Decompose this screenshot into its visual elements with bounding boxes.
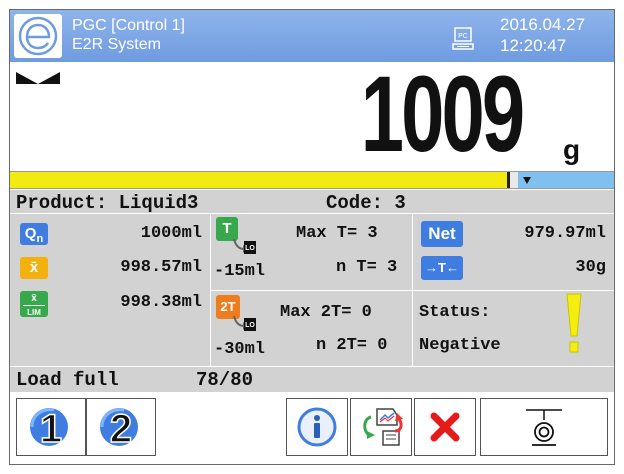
load-status-label: Load full <box>16 369 119 391</box>
target-arrow-icon <box>523 172 531 190</box>
n-t2-count: n 2T= 0 <box>316 336 388 355</box>
app-logo <box>14 14 62 58</box>
tolerance-low-t2-icon: LO <box>232 312 256 339</box>
info-button[interactable] <box>286 398 348 456</box>
mean-limit-icon: x̄ LIM <box>20 291 48 317</box>
transfer-icon <box>363 408 403 446</box>
n-t1-count: n T= 3 <box>336 258 398 277</box>
tare-value: 30g <box>575 258 606 277</box>
scale-1-button[interactable]: 1 <box>16 398 86 456</box>
tolerance-t2-offset: -30ml <box>214 340 266 359</box>
window-title: PGC [Control 1] <box>72 17 185 34</box>
max-t1-count: Max T= 3 <box>296 224 378 243</box>
load-count: 78/80 <box>196 369 254 391</box>
max-t2-count: Max 2T= 0 <box>280 303 372 322</box>
action-bar: 1 2 <box>10 392 614 464</box>
nominal-quantity-value: 1000ml <box>140 224 202 243</box>
tolerance-low-t1-icon: LO <box>232 235 256 262</box>
weight-display: 1009 g <box>10 58 614 171</box>
transfer-button[interactable] <box>350 398 412 456</box>
tare-icon: →T← <box>421 256 463 280</box>
digit-2-icon: 2 <box>100 406 138 450</box>
product-code: Code: 3 <box>326 192 406 214</box>
net-value: 979.97ml <box>524 224 606 243</box>
info-icon <box>297 407 337 447</box>
digit-1-icon: 1 <box>30 406 68 450</box>
product-name: Product: Liquid3 <box>16 192 199 214</box>
status-value: Negative <box>419 336 501 355</box>
load-status-row: Load full 78/80 <box>10 366 614 392</box>
svg-text:LO: LO <box>245 322 255 329</box>
nominal-quantity-icon: Qn <box>20 223 48 245</box>
svg-text:2: 2 <box>110 407 132 450</box>
warning-icon <box>566 292 582 354</box>
scale-2-button[interactable]: 2 <box>86 398 156 456</box>
fill-target-zone <box>518 172 614 188</box>
net-icon: Net <box>421 221 463 247</box>
status-label: Status: <box>419 303 491 322</box>
date-display: 2016.04.27 <box>500 15 586 34</box>
tolerance-t1-offset: -15ml <box>214 262 266 281</box>
fill-level-bar <box>10 171 614 189</box>
product-row: Product: Liquid3 Code: 3 <box>10 190 614 214</box>
weight-value: 1009 <box>360 53 525 174</box>
cancel-button[interactable] <box>414 398 476 456</box>
scale-window: PGC [Control 1] E2R System PC 2016.04.27… <box>9 9 615 465</box>
svg-text:1: 1 <box>40 407 62 450</box>
mean-value: 998.57ml <box>120 258 202 277</box>
fill-level-marker <box>507 172 510 188</box>
mean-limit-value: 998.38ml <box>120 293 202 312</box>
svg-text:LO: LO <box>245 245 255 252</box>
svg-text:PC: PC <box>458 33 468 40</box>
zero-icon <box>526 409 562 446</box>
weight-unit: g <box>563 134 581 165</box>
close-icon <box>430 412 460 442</box>
fill-level-progress <box>10 172 508 188</box>
pc-connection-icon[interactable]: PC <box>452 27 474 56</box>
stability-icon <box>16 72 60 93</box>
window-subtitle: E2R System <box>72 36 161 53</box>
title-bar: PGC [Control 1] E2R System PC 2016.04.27… <box>10 10 614 62</box>
tare-button[interactable] <box>480 398 608 456</box>
mean-icon: x̄ <box>20 257 48 279</box>
